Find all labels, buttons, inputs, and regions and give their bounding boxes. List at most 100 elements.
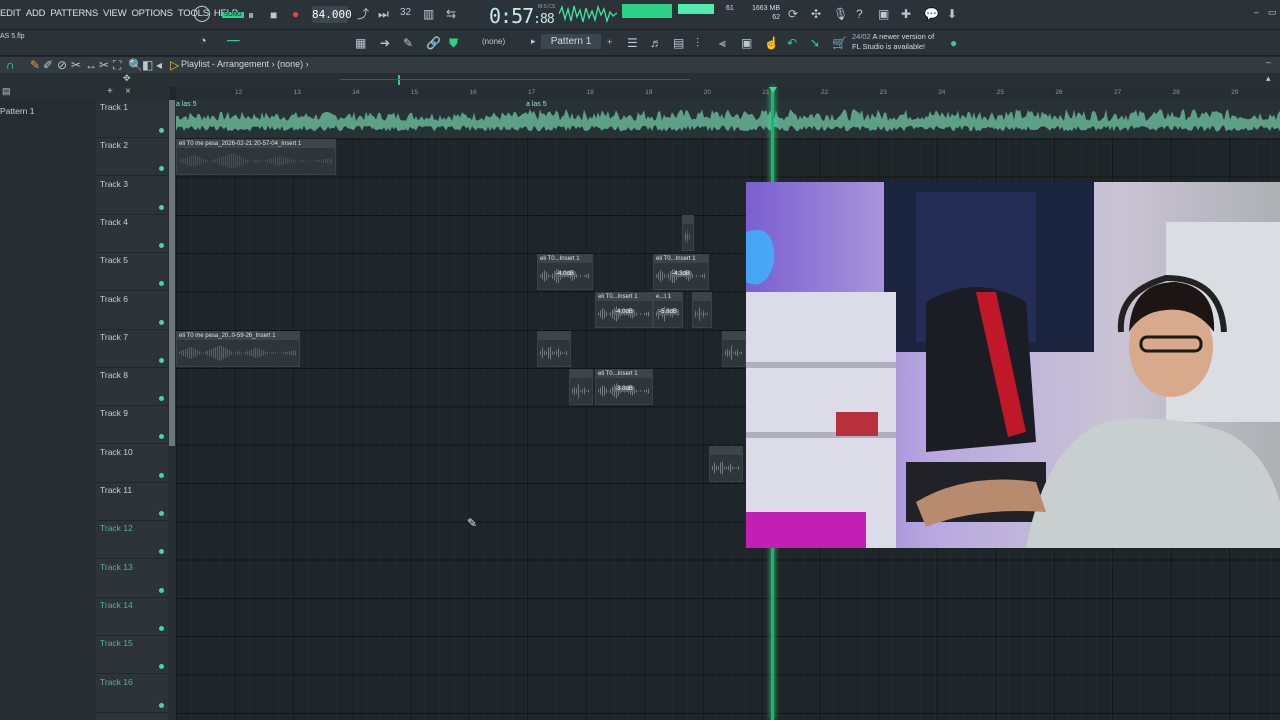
menu-view[interactable]: VIEW: [103, 8, 127, 19]
pause-icon[interactable]: ⏸: [248, 9, 254, 21]
track-header[interactable]: Track 15: [96, 636, 168, 675]
master-volume-knob-icon[interactable]: ◯: [193, 6, 211, 22]
track-mute-led[interactable]: [159, 587, 164, 593]
menu-add[interactable]: ADD: [26, 8, 46, 19]
audio-clip[interactable]: eli T0...Insert 1 -4.0dB: [537, 254, 593, 290]
mixer-icon[interactable]: ⫶: [696, 37, 699, 49]
playlist-view-icon[interactable]: ▦: [355, 37, 366, 49]
undo-icon[interactable]: ↶: [787, 37, 797, 49]
scrollbar-thumb[interactable]: [169, 100, 175, 446]
track-header[interactable]: Track 10: [96, 445, 168, 483]
pattern-add-icon[interactable]: +: [607, 38, 612, 47]
master-pitch-slider-icon[interactable]: ━━━: [227, 38, 240, 45]
touch-icon[interactable]: ☝: [764, 37, 779, 49]
pattern-selector[interactable]: Pattern 1: [541, 34, 601, 49]
tools-icon[interactable]: ✣: [811, 8, 821, 20]
wait-input-icon[interactable]: ⏭: [378, 8, 389, 20]
paint-tool-icon[interactable]: ✐: [43, 59, 53, 71]
track-header[interactable]: Track 6: [96, 292, 168, 330]
zoom-tool-icon[interactable]: 🔍: [128, 59, 143, 71]
brush-icon[interactable]: ✎: [403, 37, 413, 49]
cart-icon[interactable]: 🛒: [832, 37, 847, 49]
slice-tool-icon[interactable]: ✂: [99, 59, 109, 71]
refresh-icon[interactable]: ⟳: [788, 8, 798, 20]
record-icon[interactable]: ●: [292, 8, 299, 20]
track-1-audio-clip[interactable]: a las 5 a las 5: [176, 100, 1280, 138]
draw-tool-icon[interactable]: ✎: [30, 59, 40, 71]
track-mute-led[interactable]: [159, 166, 164, 172]
track-mute-led[interactable]: [159, 664, 164, 670]
track-header[interactable]: Track 9: [96, 406, 168, 445]
restore-icon[interactable]: ▭: [1268, 8, 1277, 17]
step-edit-icon[interactable]: 32: [400, 8, 411, 18]
audio-clip[interactable]: [692, 292, 712, 328]
metronome-icon[interactable]: ⤴: [357, 8, 369, 20]
add-track-icon[interactable]: +: [107, 87, 113, 97]
save-icon[interactable]: ▣: [878, 8, 889, 20]
track-mute-led[interactable]: [159, 357, 164, 363]
track-header[interactable]: Track 16: [96, 675, 168, 713]
playlist-overview[interactable]: ✥ ▴: [0, 73, 1280, 87]
playback-tool-icon[interactable]: ◧: [142, 59, 153, 71]
track-mute-led[interactable]: [159, 549, 164, 555]
track-header[interactable]: Track 1: [96, 100, 168, 138]
track-header[interactable]: Track 11: [96, 483, 168, 521]
track-header[interactable]: Track 12: [96, 521, 168, 560]
playlist-minimize-icon[interactable]: –: [1266, 58, 1271, 67]
menu-options[interactable]: OPTIONS: [131, 8, 173, 19]
pattern-prev-icon[interactable]: ▸: [531, 37, 536, 46]
audio-clip[interactable]: [709, 446, 743, 482]
track-header[interactable]: Track 14: [96, 598, 168, 636]
help-icon[interactable]: ?: [856, 8, 863, 20]
audio-clip[interactable]: [722, 331, 746, 367]
pattern-list-item[interactable]: Pattern 1: [0, 106, 35, 116]
picker-menu-icon[interactable]: ▤: [2, 87, 11, 96]
next-icon[interactable]: ➔: [380, 37, 390, 49]
blend-icon[interactable]: ▥: [423, 8, 434, 20]
slip-tool-icon[interactable]: ↔: [85, 59, 97, 71]
track-mute-led[interactable]: [159, 281, 164, 287]
audio-clip[interactable]: eli T0 me pesa_20..0-59-26_Insert 1: [176, 331, 300, 367]
track-header[interactable]: Track 8: [96, 368, 168, 407]
track-mute-led[interactable]: [159, 511, 164, 516]
playlist-pattern-select[interactable]: (none): [277, 59, 303, 69]
link-icon[interactable]: 🔗: [426, 37, 441, 49]
audio-clip[interactable]: eli T0...Insert 1 -3.0dB: [595, 369, 653, 405]
track-mute-led[interactable]: [159, 702, 164, 708]
online-icon[interactable]: ●: [950, 37, 957, 49]
minimize-icon[interactable]: –: [1254, 8, 1259, 17]
audio-clip[interactable]: [682, 215, 694, 251]
audio-clip[interactable]: eli T0 me pesa_2026-02-21 20-57-04_Inser…: [176, 139, 336, 175]
tempo-tap-icon[interactable]: ➘: [810, 37, 820, 49]
stamp-icon[interactable]: ⛊: [449, 37, 458, 49]
track-header[interactable]: Track 7: [96, 330, 168, 368]
song-mode-button[interactable]: SONG: [222, 12, 244, 18]
audio-clip[interactable]: eli T0...Insert 1 -4.0dB: [595, 292, 653, 328]
channel-rack-icon[interactable]: ▤: [673, 37, 684, 49]
arrow-left-icon[interactable]: ◂: [156, 59, 162, 71]
audio-clip[interactable]: eli T0...Insert 1 -4.3dB: [653, 254, 709, 290]
delete-tool-icon[interactable]: ⊘: [57, 59, 67, 71]
select-tool-icon[interactable]: ⛶: [113, 59, 121, 71]
track-mute-led[interactable]: [159, 472, 164, 478]
track-mute-led[interactable]: [159, 204, 164, 210]
chat-icon[interactable]: 💬: [924, 8, 939, 20]
timeline-ruler[interactable]: 12 13 14 15 16 17 18 19 20 21 22 23 24 25 26 27 28 29: [176, 87, 1280, 100]
track-mute-led[interactable]: [159, 242, 164, 248]
menu-patterns[interactable]: PATTERNS: [50, 8, 98, 19]
track-header[interactable]: Track 2: [96, 138, 168, 177]
track-header[interactable]: Track 3: [96, 177, 168, 215]
menu-edit[interactable]: EDIT: [0, 8, 21, 19]
track-header[interactable]: Track 13: [96, 560, 168, 598]
track-mute-led[interactable]: [159, 396, 164, 402]
download-icon[interactable]: ⬇: [947, 8, 957, 20]
magnet-icon[interactable]: ∩: [6, 59, 15, 71]
microphone-icon[interactable]: 🎙: [833, 8, 848, 20]
track-mute-led[interactable]: [159, 319, 164, 325]
tempo-display[interactable]: 84.000: [312, 6, 352, 23]
scroll-up-icon[interactable]: ▴: [1266, 74, 1271, 83]
move-icon[interactable]: ✥: [123, 74, 131, 83]
pitch-knob-icon[interactable]: ◔: [199, 34, 207, 47]
track-mute-led[interactable]: [159, 434, 164, 440]
mute-tool-icon[interactable]: ✂: [71, 59, 81, 71]
